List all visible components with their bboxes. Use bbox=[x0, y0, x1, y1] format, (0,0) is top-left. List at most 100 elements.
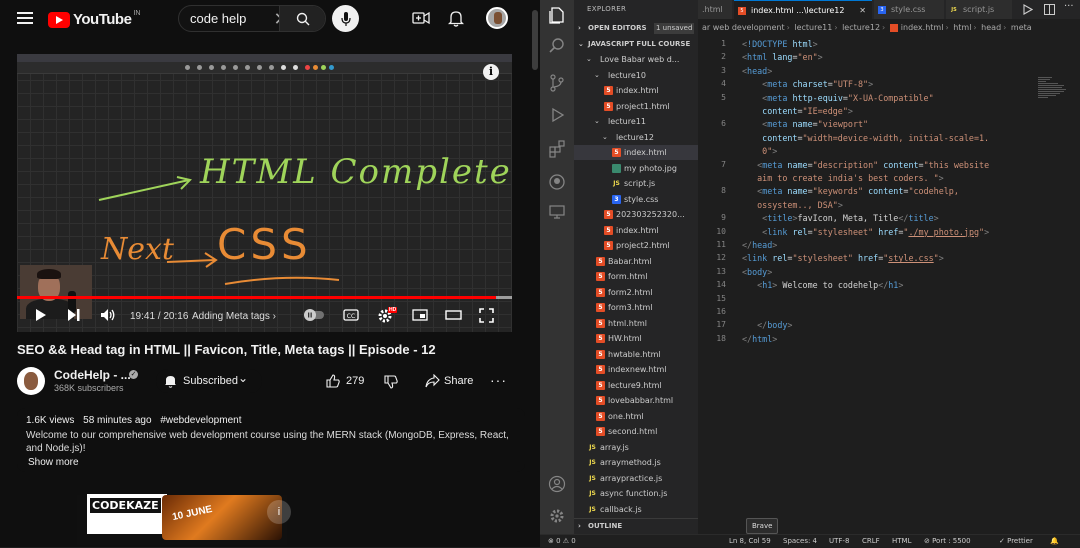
close-tab-icon[interactable]: ✕ bbox=[859, 1, 866, 19]
file-item[interactable]: 5 index.html bbox=[574, 83, 698, 98]
search-button[interactable] bbox=[279, 6, 325, 31]
outline-section[interactable]: › OUTLINE bbox=[574, 518, 698, 534]
next-video-icon[interactable] bbox=[67, 308, 81, 322]
file-item[interactable]: JS array.js bbox=[574, 440, 698, 455]
code-line[interactable]: <h1> Welcome to codehelp</h1> bbox=[742, 280, 903, 290]
file-item[interactable]: 5 hwtable.html bbox=[574, 347, 698, 362]
workspace-section[interactable]: ⌄ JAVASCRIPT FULL COURSE bbox=[574, 37, 698, 52]
show-more-button[interactable]: Show more bbox=[28, 457, 79, 468]
code-line[interactable]: <meta name="description" content="this w… bbox=[742, 160, 989, 170]
file-item[interactable]: 5 form3.html bbox=[574, 300, 698, 315]
file-item[interactable]: 5 HW.html bbox=[574, 331, 698, 346]
tab-style-css[interactable]: 3 style.css bbox=[874, 0, 944, 19]
code-line[interactable]: </head> bbox=[742, 240, 777, 250]
code-line[interactable]: <html lang="en"> bbox=[742, 52, 823, 62]
file-item[interactable]: 5 project1.html bbox=[574, 99, 698, 114]
create-video-icon[interactable] bbox=[412, 10, 430, 26]
file-item[interactable]: 5 lecture9.html bbox=[574, 378, 698, 393]
file-item[interactable]: 5 form2.html bbox=[574, 285, 698, 300]
folder-item[interactable]: ⌄ Love Babar web d... bbox=[574, 52, 698, 67]
accounts-icon[interactable] bbox=[548, 475, 566, 493]
notifications-icon[interactable]: 🔔 bbox=[1050, 535, 1059, 548]
thumbs-down-icon[interactable] bbox=[384, 375, 398, 389]
code-line[interactable]: <meta name="keywords" content="codehelp, bbox=[742, 186, 959, 196]
code-editor[interactable]: 1 <!DOCTYPE html> 2 <html lang="en"> 3 <head>… bbox=[698, 37, 1080, 534]
remote-explorer-icon[interactable] bbox=[548, 203, 566, 221]
code-line[interactable]: <head> bbox=[742, 66, 772, 76]
file-item[interactable]: JS script.js bbox=[574, 176, 698, 191]
breadcrumb-item[interactable]: html bbox=[953, 23, 971, 32]
code-line[interactable]: </html> bbox=[742, 334, 777, 344]
breadcrumb-item[interactable]: lecture11 bbox=[794, 23, 832, 32]
file-item[interactable]: my photo.jpg bbox=[574, 161, 698, 176]
file-item[interactable]: JS async function.js bbox=[574, 486, 698, 501]
tab-script-js[interactable]: JS script.js bbox=[946, 0, 1012, 19]
ad-banner[interactable]: CODEKAZE 10 JUNE i bbox=[17, 490, 297, 547]
file-item[interactable]: JS arraymethod.js bbox=[574, 455, 698, 470]
description-box[interactable]: 1.6K views 58 minutes ago #webdevelopmen… bbox=[17, 408, 525, 472]
code-line[interactable]: </body> bbox=[742, 320, 792, 330]
code-line[interactable]: <link rel="stylesheet" href="./my photo.… bbox=[742, 227, 989, 237]
video-info-icon[interactable]: i bbox=[483, 64, 499, 80]
voice-search-button[interactable] bbox=[332, 5, 359, 32]
ad-info-icon[interactable]: i bbox=[267, 500, 291, 524]
code-line[interactable]: <meta http-equiv="X-UA-Compatible" bbox=[742, 93, 933, 103]
file-item[interactable]: 5 project2.html bbox=[574, 238, 698, 253]
explorer-files-icon[interactable] bbox=[548, 6, 566, 24]
problems-indicator[interactable]: ⊗ 0 ⚠ 0 bbox=[548, 535, 576, 548]
manage-gear-icon[interactable] bbox=[548, 507, 566, 525]
channel-avatar[interactable] bbox=[17, 367, 45, 395]
youtube-scrollbar[interactable] bbox=[530, 0, 540, 547]
chapter-title[interactable]: Adding Meta tags › bbox=[192, 311, 276, 322]
more-actions-icon[interactable]: ··· bbox=[1064, 1, 1074, 12]
share-button[interactable]: Share bbox=[420, 369, 480, 393]
breadcrumb-item[interactable]: head bbox=[981, 23, 1001, 32]
file-item[interactable]: 5 form.html bbox=[574, 269, 698, 284]
file-item[interactable]: JS callback.js bbox=[574, 502, 698, 517]
fullscreen-icon[interactable] bbox=[479, 308, 494, 323]
language-mode[interactable]: HTML bbox=[892, 535, 911, 548]
encoding[interactable]: UTF-8 bbox=[829, 535, 849, 548]
file-item[interactable]: 5 index.html bbox=[574, 223, 698, 238]
file-item[interactable]: 5 index.html bbox=[574, 145, 698, 160]
cursor-position[interactable]: Ln 8, Col 59 bbox=[729, 535, 771, 548]
thumbs-up-icon[interactable] bbox=[326, 374, 340, 388]
breadcrumb-item[interactable]: lecture12 bbox=[842, 23, 880, 32]
youtube-logo[interactable]: YouTube IN bbox=[48, 10, 140, 28]
code-line[interactable]: <link rel="stylesheet" href="style.css"> bbox=[742, 253, 944, 263]
file-item[interactable]: 5 second.html bbox=[574, 424, 698, 439]
code-line[interactable]: <title>favIcon, Meta, Title</title> bbox=[742, 213, 939, 223]
video-progress-bar[interactable] bbox=[17, 296, 512, 299]
subtitles-icon[interactable]: CC bbox=[343, 308, 359, 322]
notifications-bell-icon[interactable] bbox=[448, 9, 464, 27]
play-icon[interactable] bbox=[35, 308, 47, 322]
file-item[interactable]: JS arraypractice.js bbox=[574, 471, 698, 486]
more-actions-icon[interactable]: ··· bbox=[490, 372, 507, 388]
run-debug-icon[interactable] bbox=[548, 106, 566, 124]
code-line[interactable]: <body> bbox=[742, 267, 772, 277]
split-editor-icon[interactable] bbox=[1044, 4, 1055, 15]
file-item[interactable]: 5 html.html bbox=[574, 316, 698, 331]
run-play-icon[interactable] bbox=[1023, 4, 1033, 15]
breadcrumb-item[interactable]: ar web development bbox=[702, 23, 785, 32]
source-control-icon[interactable] bbox=[548, 74, 566, 92]
video-player[interactable]: HTML Complete Next CSS i 19:41 / 20:16 A… bbox=[17, 54, 512, 332]
file-item[interactable]: 3 style.css bbox=[574, 192, 698, 207]
extensions-icon[interactable] bbox=[548, 140, 566, 158]
file-item[interactable]: 5 lovebabbar.html bbox=[574, 393, 698, 408]
github-icon[interactable] bbox=[548, 173, 566, 191]
indentation[interactable]: Spaces: 4 bbox=[783, 535, 817, 548]
miniplayer-icon[interactable] bbox=[412, 308, 428, 322]
file-item[interactable]: 5 Babar.html bbox=[574, 254, 698, 269]
code-line[interactable]: <!DOCTYPE html> bbox=[742, 39, 818, 49]
search-icon[interactable] bbox=[548, 37, 566, 55]
prettier-status[interactable]: ✓ Prettier bbox=[999, 535, 1033, 548]
code-line[interactable]: <meta name="viewport" bbox=[742, 119, 868, 129]
account-avatar[interactable] bbox=[486, 7, 508, 29]
search-input[interactable] bbox=[190, 11, 270, 26]
file-item[interactable]: 5 indexnew.html bbox=[574, 362, 698, 377]
autoplay-toggle-icon[interactable] bbox=[303, 308, 325, 322]
code-line[interactable]: content="width=device-width, initial-sca… bbox=[742, 133, 989, 143]
channel-name[interactable]: CodeHelp - ... bbox=[54, 368, 131, 382]
code-line[interactable]: content="IE=edge"> bbox=[742, 106, 853, 116]
